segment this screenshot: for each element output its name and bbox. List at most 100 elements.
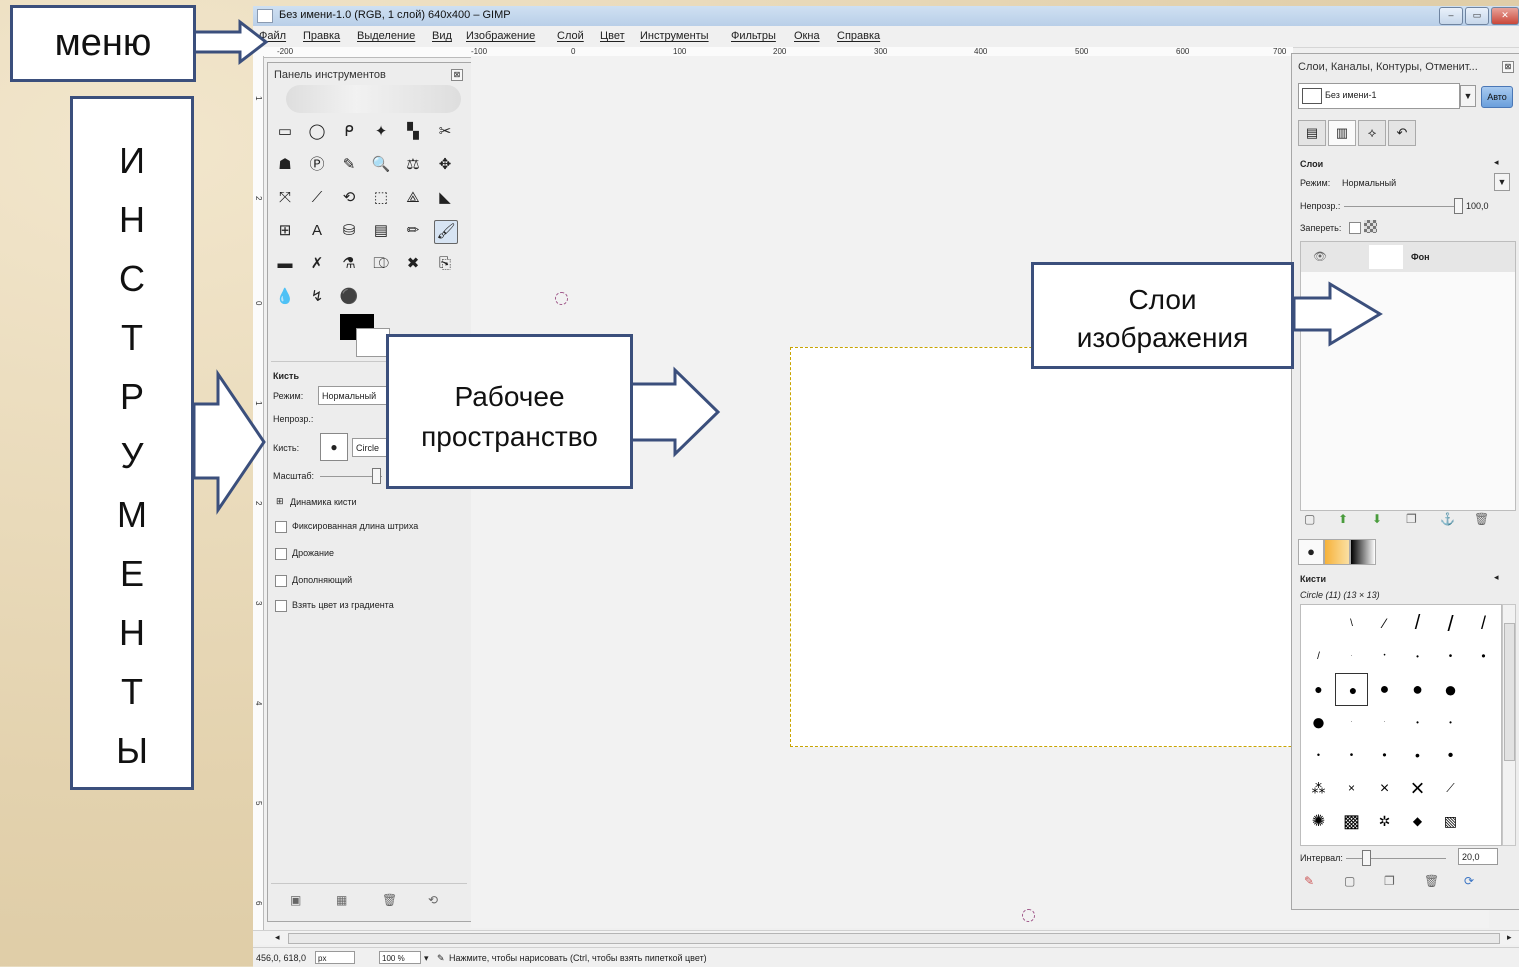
new-layer-icon[interactable]: ▢ [1304, 512, 1315, 526]
brush-cell[interactable]: ● [1302, 673, 1335, 706]
brush-cell[interactable]: ⁄ [1368, 607, 1401, 640]
incremental-checkbox[interactable] [275, 575, 287, 587]
brush-cell[interactable]: ● [1434, 673, 1467, 706]
brush-cell[interactable]: • [1368, 739, 1401, 772]
tool-icon[interactable]: ⊞ [274, 220, 296, 242]
tool-icon[interactable]: ◯ [306, 121, 328, 143]
brush-cell[interactable]: × [1401, 772, 1434, 805]
tool-icon[interactable]: ⎄ [370, 253, 392, 275]
scrollbar-thumb[interactable] [288, 933, 1500, 944]
brush-cell[interactable]: • [1434, 706, 1467, 739]
jitter-checkbox[interactable] [275, 548, 287, 560]
brushes-grid[interactable]: \ ⁄ / / / / · • • • • ● ● ● ● ● ● · · • … [1300, 604, 1502, 846]
tool-icon[interactable]: ⟁ [402, 187, 424, 209]
tool-icon[interactable]: 🔍 [370, 154, 392, 176]
menu-windows[interactable]: Окна [794, 30, 820, 42]
tool-icon[interactable]: A [306, 220, 328, 242]
menu-edit[interactable]: Правка [303, 30, 340, 42]
lock-pixels-checkbox[interactable] [1349, 222, 1361, 234]
menu-filters[interactable]: Фильтры [731, 30, 776, 42]
brush-cell[interactable]: / [1401, 607, 1434, 640]
tool-icon[interactable]: Ⓟ [306, 154, 328, 176]
tool-icon[interactable]: ◣ [434, 187, 456, 209]
brush-cell[interactable]: • [1467, 640, 1500, 673]
brush-cell[interactable]: • [1335, 739, 1368, 772]
delete-layer-icon[interactable]: 🗑 [1474, 512, 1489, 526]
brush-cell[interactable]: · [1335, 640, 1368, 673]
tool-icon[interactable]: ▭ [274, 121, 296, 143]
toolbox-close-icon[interactable]: ⊠ [451, 69, 463, 81]
vertical-ruler[interactable]: 1 2 0 1 2 3 4 5 6 [253, 56, 264, 934]
brush-cell[interactable]: ◆ [1401, 805, 1434, 838]
tool-icon[interactable]: ⛁ [338, 220, 360, 242]
lock-alpha-icon[interactable] [1364, 220, 1377, 233]
tool-icon[interactable]: ⟋ [306, 187, 328, 209]
menu-tools[interactable]: Инструменты [640, 30, 709, 42]
mode-chevron-down-icon[interactable]: ▼ [1494, 173, 1510, 191]
mode-select[interactable]: Нормальный [318, 386, 388, 405]
dynamics-label[interactable]: Динамика кисти [290, 497, 357, 507]
opacity-slider[interactable] [1344, 206, 1454, 207]
minimize-button[interactable]: – [1439, 7, 1463, 25]
interval-value[interactable]: 20,0 [1458, 848, 1498, 865]
brush-cell[interactable]: • [1401, 706, 1434, 739]
brush-cell[interactable]: · [1335, 706, 1368, 739]
tab-brushes-icon[interactable]: ● [1298, 539, 1324, 565]
dynamics-expander[interactable]: ⊞ [276, 496, 284, 507]
brushes-menu-icon[interactable]: ◂ [1494, 572, 1499, 583]
menu-view[interactable]: Вид [432, 30, 452, 42]
reset-options-icon[interactable]: ⟲ [428, 893, 438, 907]
delete-brush-icon[interactable]: 🗑 [1424, 874, 1439, 888]
brush-cell[interactable]: ▩ [1335, 805, 1368, 838]
image-selector[interactable]: Без имени-1 [1298, 83, 1460, 109]
brush-cell[interactable]: ⟋ [1434, 772, 1467, 805]
layer-name[interactable]: Фон [1411, 252, 1430, 262]
interval-slider[interactable] [1346, 858, 1446, 859]
menu-image[interactable]: Изображение [466, 30, 535, 42]
tab-undo-icon[interactable]: ↶ [1388, 120, 1416, 146]
use-gradient-checkbox[interactable] [275, 600, 287, 612]
tool-icon[interactable]: ✦ [370, 121, 392, 143]
brush-cell[interactable]: ✲ [1368, 805, 1401, 838]
brush-cell-selected[interactable]: ● [1335, 673, 1368, 706]
opacity-slider-handle[interactable] [1454, 198, 1463, 214]
scrollbar-thumb[interactable] [1504, 623, 1515, 761]
menu-colors[interactable]: Цвет [600, 30, 625, 42]
zoom-chevron-down-icon[interactable]: ▾ [424, 953, 429, 964]
tool-icon[interactable]: ✏ [402, 220, 424, 242]
brush-cell[interactable]: • [1434, 739, 1467, 772]
opacity-value[interactable]: 100,0 [1466, 201, 1489, 211]
tool-icon[interactable]: ᑭ [338, 121, 360, 143]
tool-icon[interactable]: ✂ [434, 121, 456, 143]
menu-select[interactable]: Выделение [357, 30, 415, 42]
brush-cell[interactable]: · [1368, 706, 1401, 739]
tool-icon[interactable]: ⚗ [338, 253, 360, 275]
tab-channels-icon[interactable]: ▥ [1328, 120, 1356, 146]
interval-slider-handle[interactable] [1362, 850, 1371, 866]
close-button[interactable]: ✕ [1491, 7, 1519, 25]
scale-slider-handle[interactable] [372, 468, 381, 484]
save-options-icon[interactable]: ▣ [290, 893, 301, 907]
brush-cell[interactable]: ⁂ [1302, 772, 1335, 805]
brush-cell[interactable]: / [1467, 607, 1500, 640]
zoom-select[interactable]: 100 % [379, 951, 421, 964]
tool-icon[interactable]: ↯ [306, 286, 328, 308]
new-brush-icon[interactable]: ▢ [1344, 874, 1355, 888]
brush-cell[interactable]: ▧ [1434, 805, 1467, 838]
brush-cell[interactable]: ● [1401, 673, 1434, 706]
fixed-stroke-checkbox[interactable] [275, 521, 287, 533]
chevron-down-icon[interactable]: ▼ [1460, 85, 1476, 107]
menu-file[interactable]: Файл [259, 30, 286, 42]
brush-cell[interactable]: × [1368, 772, 1401, 805]
raise-layer-icon[interactable]: ⬆ [1338, 512, 1348, 526]
brush-cell[interactable]: ● [1368, 673, 1401, 706]
brush-cell[interactable]: • [1401, 640, 1434, 673]
tool-icon[interactable]: 💧 [274, 286, 296, 308]
brush-cell[interactable]: ● [1302, 706, 1335, 739]
brush-name[interactable]: Circle [352, 438, 388, 457]
brush-cell[interactable]: / [1434, 607, 1467, 640]
dock-close-icon[interactable]: ⊠ [1502, 61, 1514, 73]
menu-help[interactable]: Справка [837, 30, 880, 42]
brush-cell[interactable]: × [1335, 772, 1368, 805]
tool-icon[interactable]: ⎘ [434, 253, 456, 275]
